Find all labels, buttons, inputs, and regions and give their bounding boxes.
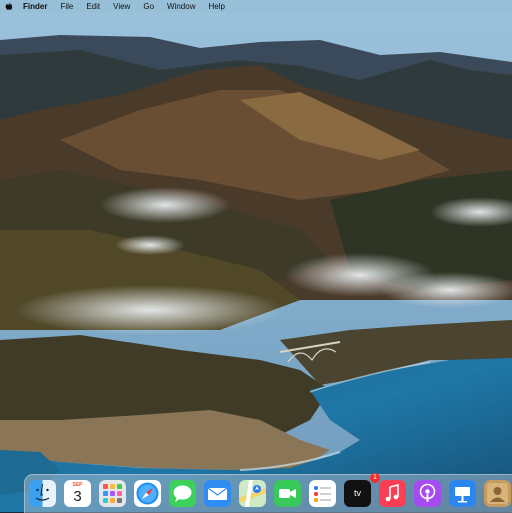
calendar-icon[interactable]: SEP 3 [64, 480, 91, 507]
menu-file[interactable]: File [60, 0, 73, 13]
dock: SEP 3 1 tv [24, 473, 512, 513]
contacts-icon[interactable] [484, 480, 511, 507]
tv-label: tv [353, 488, 361, 498]
desktop-wallpaper [0, 0, 512, 512]
menu-go[interactable]: Go [143, 0, 154, 13]
keynote-icon[interactable] [449, 480, 476, 507]
menu-edit[interactable]: Edit [86, 0, 100, 13]
reminders-badge: 1 [370, 473, 380, 483]
menu-bar: Finder File Edit View Go Window Help [0, 0, 512, 13]
menu-app-name[interactable]: Finder [23, 0, 47, 13]
music-icon[interactable] [379, 480, 406, 507]
safari-icon[interactable] [134, 480, 161, 507]
menu-view[interactable]: View [113, 0, 130, 13]
menu-help[interactable]: Help [208, 0, 224, 13]
messages-icon[interactable] [169, 480, 196, 507]
mail-icon[interactable] [204, 480, 231, 507]
facetime-icon[interactable] [274, 480, 301, 507]
finder-icon[interactable] [29, 480, 56, 507]
calendar-day: 3 [73, 488, 82, 505]
podcasts-icon[interactable] [414, 480, 441, 507]
maps-icon[interactable] [239, 480, 266, 507]
apple-menu-icon[interactable] [5, 2, 13, 11]
tv-icon[interactable]: tv [344, 480, 371, 507]
menu-window[interactable]: Window [167, 0, 195, 13]
reminders-icon[interactable] [309, 480, 336, 507]
launchpad-icon[interactable] [99, 480, 126, 507]
